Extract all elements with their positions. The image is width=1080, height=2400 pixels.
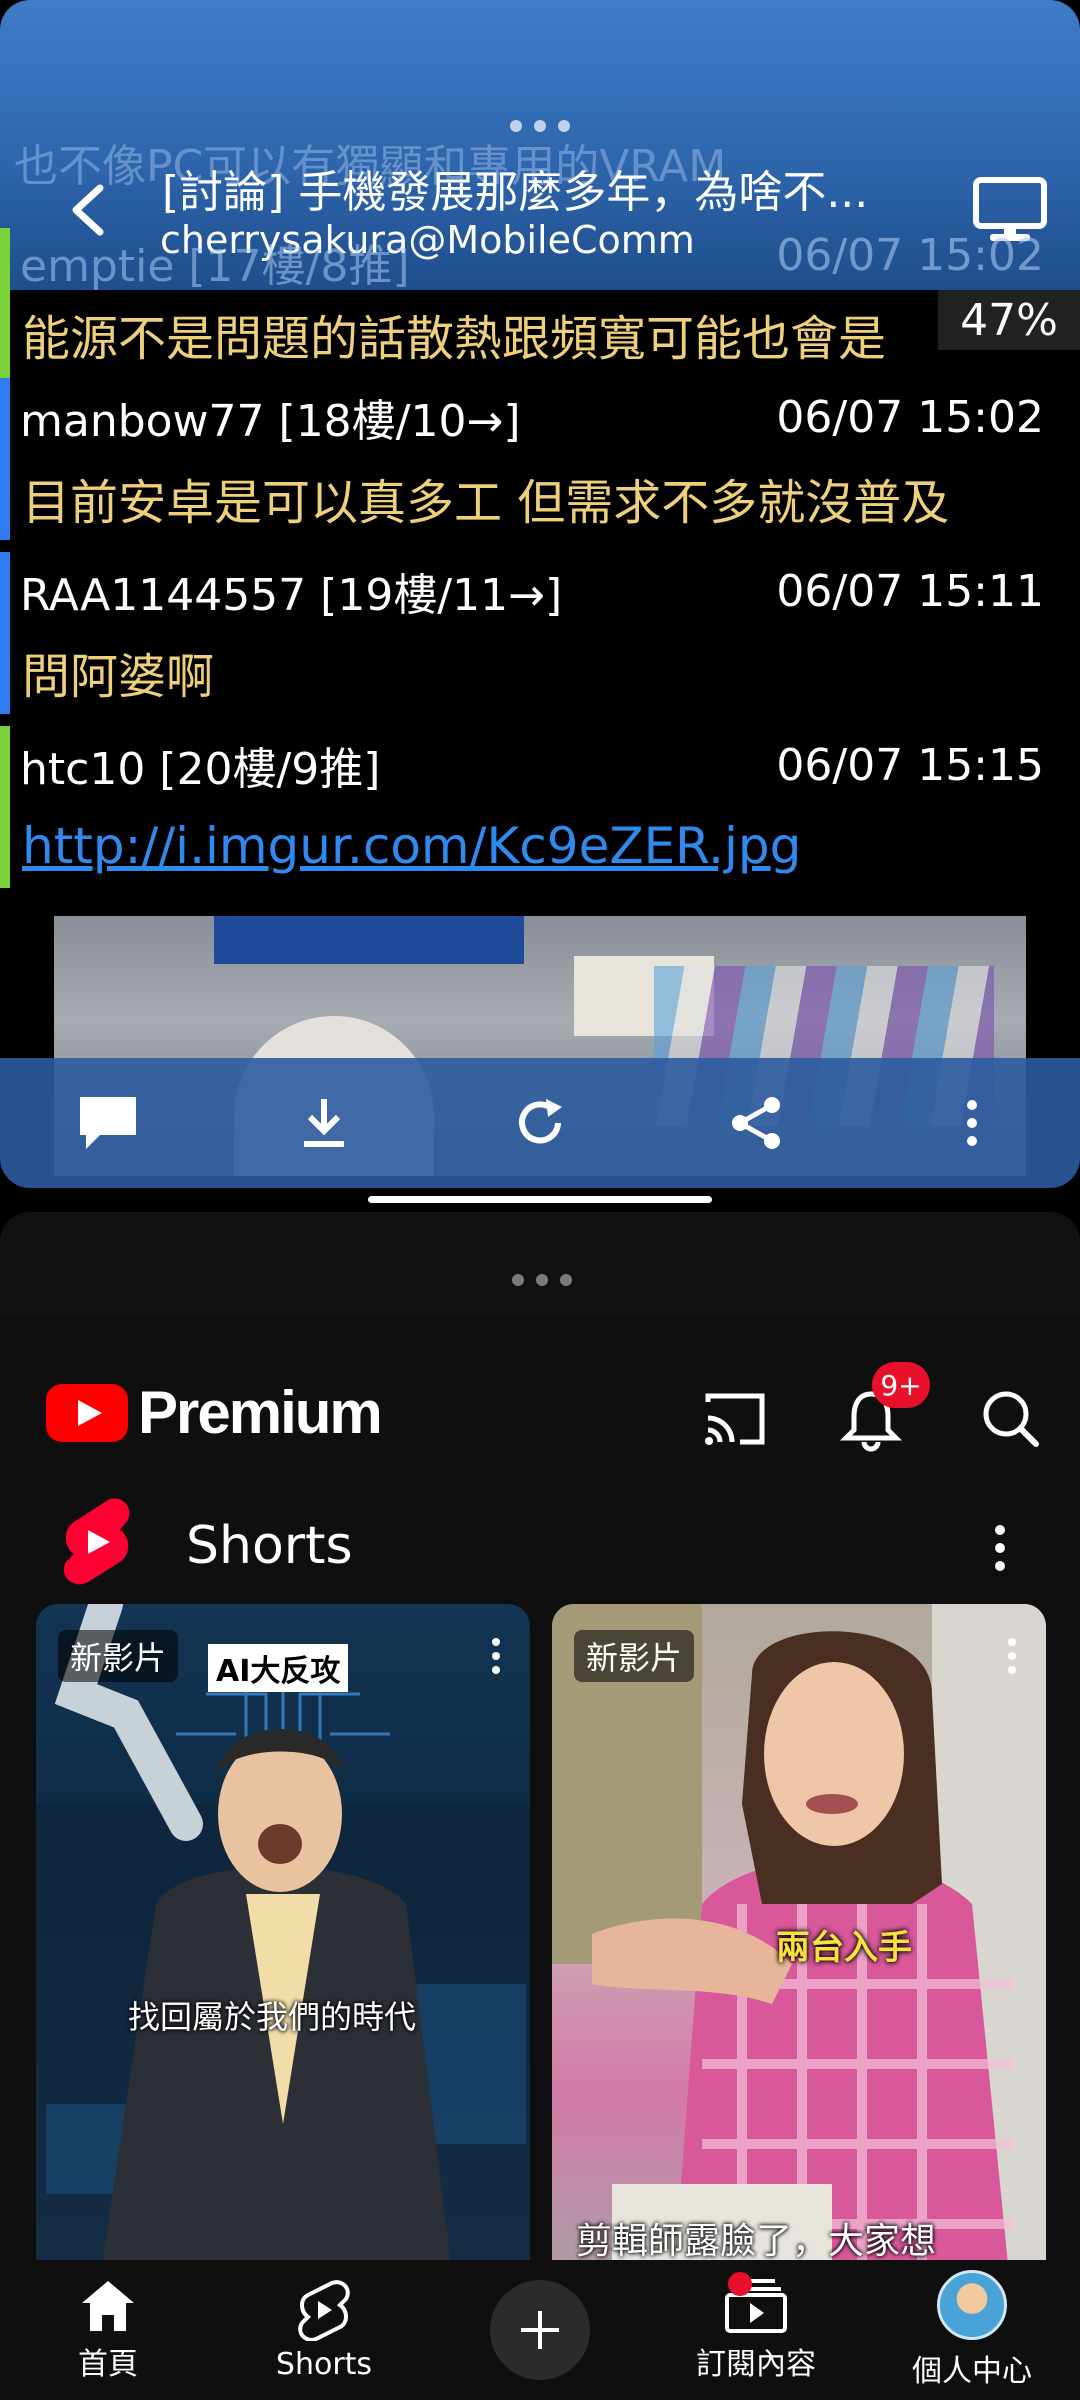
cast-button[interactable] [700,1384,770,1454]
new-video-badge: 新影片 [58,1630,179,1682]
nav-shorts[interactable]: Shorts [216,2260,432,2400]
nav-home[interactable]: 首頁 [0,2260,216,2400]
post-item[interactable]: RAA1144557 [19樓/11→] 06/07 15:11 問阿婆啊 [0,552,1080,714]
shorts-shelf-header: Shorts [0,1488,1080,1608]
reader-toolbar [0,1058,1080,1188]
download-button[interactable] [279,1078,369,1168]
video-thumbnail [36,1604,530,2304]
nav-subscriptions[interactable]: 訂閱內容 [648,2260,864,2400]
post-link[interactable]: http://i.imgur.com/Kc9eZER.jpg [0,804,1080,888]
short-video-card[interactable]: 新影片 兩台入手 剪輯師露臉了，大家想 [552,1604,1046,2304]
comment-button[interactable] [63,1078,153,1168]
shorts-logo-icon [63,1498,130,1585]
nav-label: 個人中心 [912,2354,1032,2389]
video-title-tag: AI大反攻 [208,1644,349,1692]
image-shop-sign [214,916,524,964]
window-grip-handle[interactable] [512,1274,572,1286]
search-button[interactable] [976,1384,1046,1454]
video-caption: 找回屬於我們的時代 [128,1998,417,2036]
youtube-premium-logo[interactable]: Premium [46,1378,383,1447]
more-vert-icon [967,1100,977,1146]
post-meta: manbow77 [18樓/10→] [20,396,521,447]
more-vert-icon [492,1638,500,1674]
nav-label: 訂閱內容 [696,2347,816,2382]
post-body-text: 目前安卓是可以真多工 但需求不多就沒普及 [22,475,950,531]
shelf-menu-button[interactable] [980,1508,1020,1588]
new-content-dot [728,2272,752,2296]
post-list[interactable]: 能源不是問題的話散熱跟頻寬可能也會是 manbow77 [18樓/10→] 06… [0,290,1080,888]
more-vert-icon [995,1525,1005,1571]
shelf-title: Shorts [186,1516,353,1576]
plus-icon [521,2311,559,2349]
card-menu-button[interactable] [992,1630,1032,1682]
post-time: 06/07 15:11 [776,565,1044,617]
comment-icon [80,1097,136,1149]
youtube-window: Premium 9+ Shorts 新影片 AI大反攻 找回屬於我們的時代 新影… [0,1212,1080,2400]
post-item[interactable]: htc10 [20樓/9推] 06/07 15:15 http://i.imgu… [0,726,1080,888]
post-item[interactable]: manbow77 [18樓/10→] 06/07 15:02 目前安卓是可以真多… [0,378,1080,540]
refresh-button[interactable] [495,1078,585,1168]
video-overlay-caption: 兩台入手 [776,1928,912,1968]
logo-wordmark: Premium [138,1379,383,1446]
video-caption: 剪輯師露臉了，大家想 [576,2221,937,2262]
nav-label: 首頁 [78,2347,138,2382]
card-menu-button[interactable] [476,1630,516,1682]
shorts-icon [298,2279,350,2341]
post-accent-bar [0,228,10,290]
create-button[interactable] [490,2280,590,2380]
read-progress-badge: 47% [938,290,1080,350]
home-icon [82,2281,134,2331]
youtube-play-icon [46,1383,128,1442]
post-body-text: 問阿婆啊 [22,649,215,705]
notification-count-badge: 9+ [872,1362,930,1408]
post-accent-bar [0,290,10,378]
post-meta: RAA1144557 [19樓/11→] [20,570,563,621]
short-video-card[interactable]: 新影片 AI大反攻 找回屬於我們的時代 [36,1604,530,2304]
share-icon [732,1097,780,1149]
post-accent-bar [0,378,10,540]
post-accent-bar [0,552,10,714]
ptt-reader-window: 也不像PC可以有獨顯和專用的VRAM [討論] 手機發展那麼多年，為啥不... … [0,0,1080,1188]
split-screen-divider[interactable] [368,1196,712,1203]
post-time: 06/07 15:02 [776,391,1044,443]
post-meta: htc10 [20樓/9推] [20,744,381,795]
post-body: 能源不是問題的話散熱跟頻寬可能也會是 [0,290,1080,378]
more-vert-icon [1008,1638,1016,1674]
youtube-header: Premium 9+ [0,1316,1080,1488]
download-icon [304,1099,344,1147]
avatar [937,2270,1007,2340]
window-grip-area [0,1212,1080,1316]
search-icon [983,1391,1039,1447]
post-accent-bar [0,726,10,888]
share-button[interactable] [711,1078,801,1168]
bottom-navigation: 首頁 Shorts 訂閱內容 個人中心 [0,2260,1080,2400]
thread-title: [討論] 手機發展那麼多年，為啥不... [162,167,869,218]
post-meta: emptie [17樓/8推] [20,241,410,292]
nav-create[interactable] [432,2260,648,2400]
nav-label: Shorts [275,2346,373,2382]
new-video-badge: 新影片 [574,1630,695,1682]
post-time: 06/07 15:15 [776,739,1044,791]
post-header-scrolled: emptie [17樓/8推] 06/07 15:02 [0,228,1080,292]
post-time: 06/07 15:02 [776,230,1044,281]
nav-profile[interactable]: 個人中心 [864,2260,1080,2400]
cast-icon [705,1393,765,1445]
more-button[interactable] [927,1078,1017,1168]
refresh-icon [519,1099,562,1144]
post-body-text: 能源不是問題的話散熱跟頻寬可能也會是 [22,311,887,367]
